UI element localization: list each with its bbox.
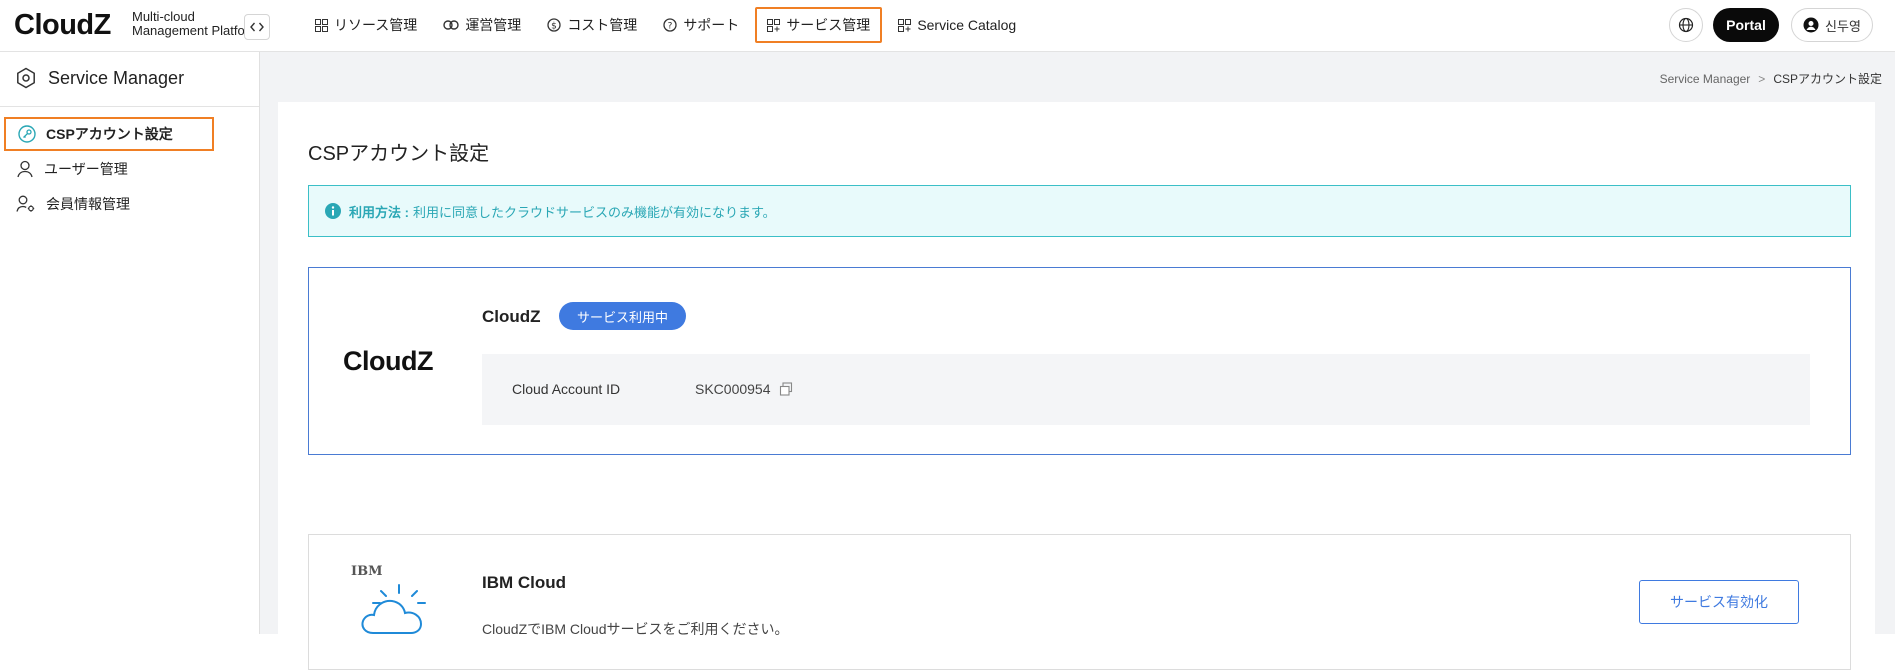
- account-id-label: Cloud Account ID: [512, 381, 621, 397]
- nav-service-management[interactable]: サービス管理: [755, 7, 883, 43]
- nav-label: Service Catalog: [917, 17, 1017, 33]
- copy-icon[interactable]: [779, 382, 793, 396]
- portal-button[interactable]: Portal: [1713, 8, 1779, 42]
- sidebar-item-user-management[interactable]: ユーザー管理: [4, 152, 214, 186]
- user-name: 신두영: [1825, 18, 1861, 34]
- cloudz-logo[interactable]: CloudZ: [14, 9, 111, 42]
- account-id-value-row: SKC000954: [695, 381, 793, 397]
- sidebar-item-label: 会員情報管理: [46, 196, 130, 212]
- grid-plus-icon: [767, 18, 781, 32]
- help-icon: ?: [663, 18, 677, 32]
- nav-support[interactable]: ? サポート: [653, 7, 749, 43]
- info-icon: [325, 203, 341, 219]
- globe-icon: [1678, 17, 1694, 33]
- sidebar-item-member-info[interactable]: 会員情報管理: [4, 187, 214, 221]
- cloudz-service-logo: CloudZ: [343, 346, 433, 376]
- nav-cost-management[interactable]: $ コスト管理: [537, 7, 647, 43]
- platform-tagline: Multi-cloud Management Platform: [132, 10, 260, 38]
- user-menu-button[interactable]: 신두영: [1791, 8, 1873, 42]
- sidebar-title: Service Manager: [48, 68, 185, 88]
- language-button[interactable]: [1669, 8, 1703, 42]
- status-badge: サービス利用中: [559, 302, 687, 330]
- enable-service-button[interactable]: サービス有効化: [1639, 580, 1799, 624]
- account-id-value: SKC000954: [695, 381, 771, 397]
- grid-plus-icon: [898, 18, 912, 32]
- user-settings-icon: [16, 195, 35, 212]
- sidebar-item-csp-account[interactable]: CSPアカウント設定: [4, 117, 214, 151]
- tagline-line1: Multi-cloud: [132, 9, 195, 24]
- user-icon: [17, 160, 33, 178]
- grid-icon: [315, 18, 328, 32]
- nav-resource-management[interactable]: リソース管理: [305, 7, 427, 43]
- info-label: 利用方法 :: [349, 204, 409, 220]
- sidebar-header: Service Manager: [0, 52, 259, 107]
- key-icon: [18, 125, 36, 143]
- content-card: CSPアカウント設定 利用方法 : 利用に同意したクラウドサービスのみ機能が有効…: [278, 102, 1875, 670]
- nav-label: コスト管理: [567, 17, 638, 33]
- service-name: IBM Cloud: [482, 573, 567, 592]
- service-card-ibm: IBM IBM Cloud CloudZでIBM Cloudサービスをご利用くだ…: [308, 534, 1851, 670]
- sidebar-collapse-button[interactable]: [244, 14, 270, 40]
- service-description: CloudZでIBM Cloudサービスをご利用ください。: [482, 621, 789, 637]
- svg-text:$: $: [551, 22, 557, 32]
- nav-label: サポート: [683, 17, 740, 33]
- info-notice: 利用方法 : 利用に同意したクラウドサービスのみ機能が有効になります。: [308, 185, 1851, 237]
- page-title: CSPアカウント設定: [308, 143, 490, 165]
- breadcrumb-current: CSPアカウント設定: [1773, 72, 1882, 86]
- service-card-cloudz: CloudZ CloudZ サービス利用中 Cloud Account ID S…: [308, 267, 1851, 455]
- account-info-panel: Cloud Account ID SKC000954: [482, 354, 1810, 425]
- ibm-logo-text: IBM: [351, 564, 382, 579]
- tagline-line2: Management Platform: [132, 23, 260, 38]
- svg-text:?: ?: [668, 22, 673, 32]
- sidebar-item-label: ユーザー管理: [44, 161, 128, 177]
- hexagon-settings-icon: [15, 67, 37, 94]
- main-nav: リソース管理 運営管理 $ コスト管理 ? サポート サービス管理 Servic…: [305, 6, 1032, 44]
- nav-service-catalog[interactable]: Service Catalog: [888, 7, 1026, 43]
- sidebar: Service Manager CSPアカウント設定 ユーザー管理 会員情報管理: [0, 52, 260, 634]
- breadcrumb-separator: >: [1758, 72, 1766, 86]
- ibm-cloud-logo: IBM: [351, 563, 441, 648]
- breadcrumb-root[interactable]: Service Manager: [1660, 72, 1751, 86]
- service-name: CloudZ: [482, 307, 541, 326]
- nav-operations-management[interactable]: 運営管理: [433, 7, 531, 43]
- main-area: Service Manager > CSPアカウント設定 CSPアカウント設定 利用…: [260, 52, 1895, 670]
- sidebar-item-label: CSPアカウント設定: [46, 126, 173, 142]
- top-bar: CloudZ Multi-cloud Management Platform リ…: [0, 0, 1895, 52]
- nav-label: リソース管理: [334, 17, 418, 33]
- info-text: 利用に同意したクラウドサービスのみ機能が有効になります。: [412, 204, 776, 220]
- nav-label: 運営管理: [465, 17, 522, 33]
- user-avatar-icon: [1803, 17, 1819, 33]
- nav-label: サービス管理: [786, 17, 871, 33]
- breadcrumb: Service Manager > CSPアカウント設定: [1660, 70, 1882, 87]
- dollar-icon: $: [547, 18, 561, 32]
- code-brackets-icon: [250, 22, 264, 32]
- link-icon: [443, 20, 460, 30]
